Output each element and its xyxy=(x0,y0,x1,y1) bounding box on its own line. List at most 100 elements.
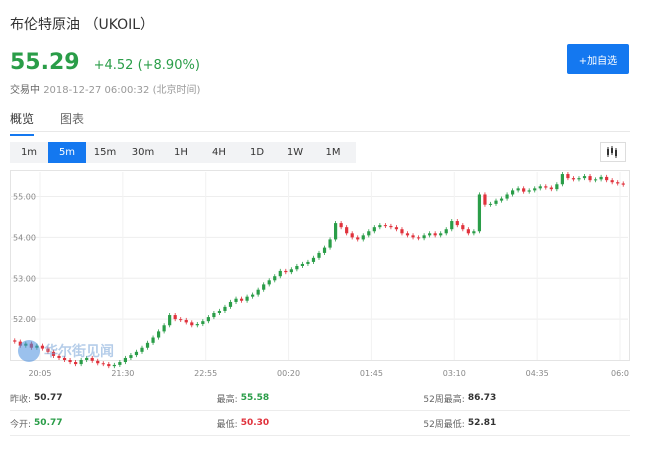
interval-15m[interactable]: 15m xyxy=(86,142,124,163)
candle-body xyxy=(356,237,360,240)
candle-body xyxy=(300,263,305,266)
candle-body xyxy=(522,188,526,192)
candle-body xyxy=(461,225,465,230)
candle-body xyxy=(527,190,531,192)
stats-row: 昨收: 50.77 最高: 55.58 52周最高: 86.73 xyxy=(10,386,630,411)
y-tick-label: 55.00 xyxy=(13,193,36,202)
candle-body xyxy=(383,225,387,227)
candle-body xyxy=(444,229,448,234)
candle-body xyxy=(405,233,410,236)
x-tick-label: 21:30 xyxy=(111,369,134,378)
candle-body xyxy=(571,178,576,180)
candle-body xyxy=(544,186,548,188)
stats-row: 今开: 50.77 最低: 50.30 52周最低: 52.81 xyxy=(10,411,630,436)
candle-body xyxy=(278,270,282,277)
tabs-divider xyxy=(10,131,630,132)
x-tick-label: 20:05 xyxy=(28,369,51,378)
candle-body xyxy=(234,298,238,302)
y-tick-label: 52.00 xyxy=(13,315,36,324)
interval-1m[interactable]: 1m xyxy=(10,142,48,163)
candle-body xyxy=(156,331,161,338)
candle-body xyxy=(593,179,598,181)
tab-chart[interactable]: 图表 xyxy=(60,110,84,136)
candle-body xyxy=(367,231,371,236)
candle-body xyxy=(488,203,493,205)
candle-body xyxy=(322,247,327,253)
interval-30m[interactable]: 30m xyxy=(124,142,162,163)
x-tick-label: 22:55 xyxy=(194,369,217,378)
interval-1d[interactable]: 1D xyxy=(238,142,276,163)
interval-selector: 1m 5m 15m 30m 1H 4H 1D 1W 1M xyxy=(10,142,356,163)
candle-body xyxy=(549,187,553,190)
watermark-text: 华尔街见闻 xyxy=(44,344,114,360)
interval-4h[interactable]: 4H xyxy=(200,142,238,163)
interval-1mo[interactable]: 1M xyxy=(314,142,352,163)
last-price: 55.29 xyxy=(10,50,80,75)
candle-body xyxy=(151,337,155,343)
interval-1h[interactable]: 1H xyxy=(162,142,200,163)
candle-body xyxy=(251,294,255,297)
candle-body xyxy=(477,194,482,232)
interval-1w[interactable]: 1W xyxy=(276,142,314,163)
candle-body xyxy=(228,301,233,307)
interval-5m[interactable]: 5m xyxy=(48,142,86,163)
candle-body xyxy=(328,239,332,248)
candle-body xyxy=(262,284,266,290)
candle-body xyxy=(212,313,216,318)
candle-body xyxy=(577,178,581,180)
candle-body xyxy=(74,362,78,365)
candle-body xyxy=(560,174,564,185)
candle-body xyxy=(245,296,249,301)
candle-body xyxy=(411,235,415,238)
candle-body xyxy=(494,200,498,204)
instrument-title: 布伦特原油 （UKOIL） xyxy=(10,17,155,33)
candle-body xyxy=(145,342,150,348)
candle-body xyxy=(173,315,177,320)
candle-body xyxy=(239,298,244,301)
candlestick-type-button[interactable] xyxy=(600,142,626,162)
quote-timestamp: 2018-12-27 06:00:32 (北京时间) xyxy=(43,85,201,96)
candle-body xyxy=(472,231,476,234)
stat-prev-close: 昨收: 50.77 xyxy=(10,393,63,405)
candle-body xyxy=(118,362,122,365)
candle-body xyxy=(190,322,194,326)
watermark: 华尔街见闻 xyxy=(18,340,114,362)
candle-body xyxy=(168,315,172,326)
candle-body xyxy=(455,221,459,226)
stats-table: 昨收: 50.77 最高: 55.58 52周最高: 86.73 今开: 50.… xyxy=(10,386,630,436)
candle-body xyxy=(566,174,570,179)
candle-body xyxy=(483,194,487,205)
candle-body xyxy=(588,176,592,181)
candle-body xyxy=(206,317,210,322)
candle-body xyxy=(439,233,443,236)
candle-body xyxy=(621,183,625,185)
watermark-logo-icon xyxy=(18,340,40,362)
candle-body xyxy=(345,227,349,234)
candle-body xyxy=(605,176,609,181)
add-watchlist-button[interactable]: +加自选 xyxy=(567,44,629,74)
candlestick-icon xyxy=(607,146,617,158)
candle-body xyxy=(505,194,509,199)
candle-body xyxy=(162,325,166,332)
candle-body xyxy=(511,190,515,195)
trading-status: 交易中 xyxy=(10,85,40,96)
candle-body xyxy=(378,225,382,228)
candle-body xyxy=(107,364,111,367)
candle-body xyxy=(433,233,437,236)
stat-low: 最低: 50.30 xyxy=(216,418,270,430)
candle-body xyxy=(129,355,133,358)
candle-body xyxy=(555,184,559,190)
candle-body xyxy=(295,266,299,270)
candle-body xyxy=(350,233,354,238)
candle-body xyxy=(372,227,376,232)
candle-body xyxy=(389,225,393,228)
candle-body xyxy=(179,319,183,321)
candle-body xyxy=(317,252,321,258)
candle-body xyxy=(195,324,199,326)
candle-body xyxy=(217,310,222,313)
candle-body xyxy=(123,357,127,363)
candle-body xyxy=(394,227,399,230)
tab-overview[interactable]: 概览 xyxy=(10,110,35,136)
candle-body xyxy=(466,229,470,234)
candle-body xyxy=(256,289,260,295)
